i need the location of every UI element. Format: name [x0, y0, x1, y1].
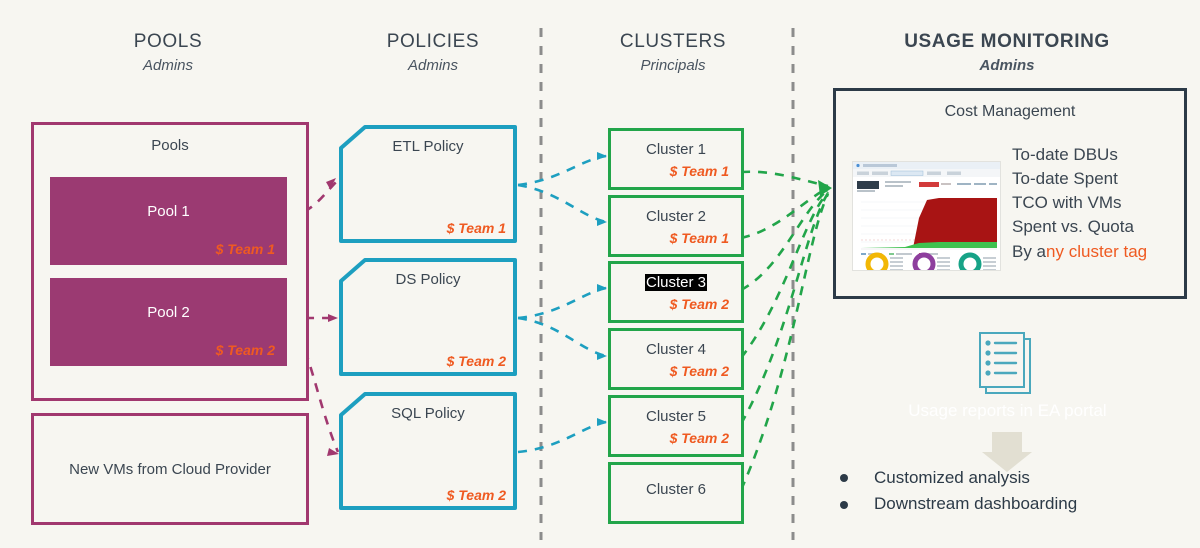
metric-to-date-spent: To-date Spent — [1012, 169, 1118, 189]
metric-prefix: By a — [1012, 241, 1047, 261]
column-header-clusters: CLUSTERS Principals — [573, 30, 773, 75]
bullet-label: Downstream dashboarding — [874, 494, 1078, 514]
cluster-name: Cluster 3 — [611, 274, 741, 291]
policy-card-etl[interactable]: ETL Policy $ Team 1 — [338, 124, 518, 244]
arrow-etl-cluster1 — [597, 152, 607, 160]
cluster-name: Cluster 4 — [645, 341, 707, 358]
cluster-name-selected-text: Cluster 3 — [644, 274, 708, 291]
wire-ds-cluster4 — [517, 316, 607, 358]
new-vms-label: New VMs from Cloud Provider — [69, 460, 271, 478]
cost-dashboard-thumbnail[interactable] — [852, 161, 1001, 271]
cluster-name: Cluster 1 — [645, 141, 707, 158]
cluster-card-6[interactable]: Cluster 6 — [608, 462, 744, 524]
pool-card-2[interactable]: Pool 2 $ Team 2 — [50, 278, 287, 366]
usage-reports-caption: Usage reports in EA portal — [908, 401, 1107, 420]
cluster-card-2[interactable]: Cluster 2 $ Team 1 — [608, 195, 744, 257]
policy-team-tag: $ Team 2 — [446, 487, 506, 503]
list-item: Customized analysis — [840, 465, 1180, 491]
cost-management-title: Cost Management — [944, 103, 1076, 120]
policy-team-tag: $ Team 2 — [446, 353, 506, 369]
column-header-pools: POOLS Admins — [68, 30, 268, 75]
arrow-ds-cluster4 — [597, 352, 607, 360]
metric-to-date-dbus: To-date DBUs — [1012, 145, 1118, 164]
outcome-bullets: Customized analysis Downstream dashboard… — [840, 465, 1180, 518]
pool-name: Pool 1 — [147, 203, 190, 220]
wire-cluster2-monitor — [740, 186, 829, 240]
metric-by-cluster-tag: By any cluster tag — [1012, 240, 1147, 264]
bullet-label: Customized analysis — [874, 468, 1030, 487]
arrow-etl-cluster2 — [597, 218, 607, 226]
cluster-team-tag: $ Team 2 — [669, 296, 729, 312]
bullet-dot-icon — [840, 500, 848, 509]
pool-team-tag: $ Team 2 — [215, 342, 275, 358]
column-title: POLICIES — [386, 31, 480, 52]
column-subtitle: Principals — [640, 56, 706, 74]
column-title: USAGE MONITORING — [904, 31, 1110, 52]
arrow-clusters-monitor — [818, 180, 832, 196]
monitoring-metrics-list: To-date DBUs To-date Spent TCO with VMs … — [1012, 143, 1147, 264]
dashboard-thumbnail-graphic — [853, 162, 1000, 270]
column-header-usage-monitoring: USAGE MONITORING Admins — [877, 30, 1137, 75]
wire-cluster5-monitor — [739, 192, 830, 425]
policy-name: DS Policy — [395, 271, 461, 288]
policy-name: ETL Policy — [392, 138, 464, 155]
policy-card-ds[interactable]: DS Policy $ Team 2 — [338, 257, 518, 377]
pool-name: Pool 2 — [147, 304, 190, 321]
policy-card-sql[interactable]: SQL Policy $ Team 2 — [338, 391, 518, 511]
wire-etl-cluster2 — [517, 183, 607, 224]
column-header-policies: POLICIES Admins — [333, 30, 533, 75]
column-subtitle: Admins — [979, 56, 1035, 74]
cluster-name: Cluster 6 — [645, 481, 707, 498]
arrow-pool2-ds — [328, 314, 338, 322]
policy-team-tag: $ Team 1 — [446, 220, 506, 236]
cluster-team-tag: $ Team 2 — [669, 363, 729, 379]
arrow-pool1-etl — [326, 178, 336, 189]
wire-cluster4-monitor — [739, 191, 829, 359]
cluster-team-tag: $ Team 1 — [669, 163, 729, 179]
diagram-canvas: POOLS Admins POLICIES Admins CLUSTERS Pr… — [0, 0, 1200, 548]
cluster-card-4[interactable]: Cluster 4 $ Team 2 — [608, 328, 744, 390]
cluster-team-tag: $ Team 2 — [669, 430, 729, 446]
column-title: CLUSTERS — [619, 31, 727, 52]
cluster-card-1[interactable]: Cluster 1 $ Team 1 — [608, 128, 744, 190]
cluster-card-3[interactable]: Cluster 3 $ Team 2 — [608, 261, 744, 323]
pool-team-tag: $ Team 1 — [215, 241, 275, 257]
wire-cluster1-monitor — [740, 170, 829, 188]
pools-group-label: Pools — [151, 137, 189, 154]
reports-document-icon — [972, 329, 1038, 399]
wire-cluster6-monitor — [739, 193, 830, 491]
wire-etl-cluster1 — [517, 154, 607, 187]
documents-icon-graphic — [979, 332, 1031, 394]
cluster-name: Cluster 5 — [645, 408, 707, 425]
usage-monitoring-panel: Cost Management To-date DBUs To-date Spe… — [833, 88, 1187, 299]
column-subtitle: Admins — [407, 56, 459, 74]
metric-spent-vs-quota: Spent vs. Quota — [1012, 217, 1134, 237]
bullet-dot-icon — [840, 474, 848, 483]
wire-sql-cluster5 — [517, 420, 607, 454]
list-item: Downstream dashboarding — [840, 491, 1180, 517]
arrow-ds-cluster3 — [597, 284, 607, 292]
wire-ds-cluster3 — [517, 286, 607, 320]
pool-card-1[interactable]: Pool 1 $ Team 1 — [50, 177, 287, 265]
arrow-sql-cluster5 — [597, 418, 607, 426]
cluster-team-tag: $ Team 1 — [669, 230, 729, 246]
cluster-name: Cluster 2 — [645, 208, 707, 225]
metric-tco-with-vms: TCO with VMs — [1012, 193, 1122, 213]
metric-accent: ny cluster tag — [1046, 241, 1148, 261]
column-subtitle: Admins — [142, 56, 194, 74]
new-vms-box[interactable]: New VMs from Cloud Provider — [31, 413, 309, 525]
policy-name: SQL Policy — [391, 405, 465, 422]
wire-cluster3-monitor — [740, 188, 829, 292]
cluster-card-5[interactable]: Cluster 5 $ Team 2 — [608, 395, 744, 457]
column-title: POOLS — [133, 31, 203, 52]
